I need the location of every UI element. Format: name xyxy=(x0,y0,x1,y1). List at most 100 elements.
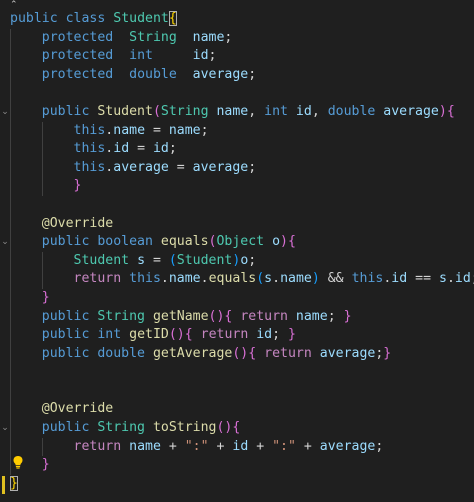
open-brace: { xyxy=(168,11,177,26)
chevron-down-icon[interactable]: ⌄ xyxy=(1,233,9,252)
code-line[interactable] xyxy=(10,381,474,401)
type: int xyxy=(129,48,153,64)
code-line[interactable]: ⌄ public Student(String name, int id, do… xyxy=(1,102,474,122)
close-brace: } xyxy=(10,475,18,491)
code-line[interactable]: protected int id; xyxy=(10,47,474,66)
code-line[interactable]: ⌄ public boolean equals(Object o){ xyxy=(1,233,474,252)
code-line[interactable]: } xyxy=(10,288,474,308)
code-line[interactable]: return this.name.equals(s.name) && this.… xyxy=(10,270,474,289)
indent-guide xyxy=(41,177,43,196)
type: boolean xyxy=(97,234,153,250)
code-line[interactable]: ⌄ public String toString(){ xyxy=(1,419,474,438)
param: id xyxy=(152,141,169,157)
operator: && xyxy=(327,271,344,287)
code-line[interactable]: } xyxy=(10,456,474,475)
keyword: public xyxy=(41,234,90,250)
close-brace: } xyxy=(41,289,50,305)
field-name: average xyxy=(319,438,376,454)
parens: () xyxy=(168,327,185,343)
code-line[interactable]: } xyxy=(10,475,474,494)
open-brace: { xyxy=(232,420,241,436)
keyword: public xyxy=(41,345,90,361)
open-brace: { xyxy=(184,327,193,343)
close-paren: ) xyxy=(438,103,447,119)
keyword: this xyxy=(351,271,384,287)
keyword: public xyxy=(41,327,90,343)
param: average xyxy=(192,159,249,175)
param: o xyxy=(240,252,249,268)
code-line[interactable]: public String getName(){ return name; } xyxy=(10,307,474,327)
parens: () xyxy=(208,308,225,324)
constructor-name: Student xyxy=(97,103,153,119)
field-name: id xyxy=(391,271,408,287)
keyword: public xyxy=(41,103,90,119)
local-var: s xyxy=(438,271,447,287)
field-name: id xyxy=(192,48,209,64)
open-paren: ( xyxy=(168,252,177,268)
indent-guide xyxy=(10,251,11,271)
code-editor[interactable]: ⌃ public class Student{ protected String… xyxy=(0,0,474,502)
param: average xyxy=(383,103,439,119)
keyword: protected xyxy=(41,48,114,64)
indent-guide xyxy=(10,233,11,252)
indent-guide xyxy=(41,158,43,178)
method-name: getID xyxy=(129,327,169,343)
keyword: return xyxy=(240,308,288,324)
code-line[interactable]: return name + ":" + id + ":" + average; xyxy=(10,437,474,457)
indent-guide xyxy=(10,270,11,289)
indent-guide xyxy=(41,437,43,457)
param: o xyxy=(272,234,281,250)
code-line[interactable] xyxy=(10,363,474,382)
code-line[interactable]: public class Student{ xyxy=(10,10,474,29)
code-line[interactable] xyxy=(10,195,474,215)
chevron-down-icon[interactable]: ⌄ xyxy=(1,103,9,122)
close-brace: } xyxy=(41,457,50,473)
indent-guide xyxy=(10,214,11,234)
method-name: equals xyxy=(208,271,257,287)
indent-guide xyxy=(10,177,11,196)
keyword: return xyxy=(73,438,122,454)
type: double xyxy=(129,66,177,82)
keyword: return xyxy=(200,327,249,343)
keyword: this xyxy=(129,271,161,287)
code-line[interactable]: Student s = (Student)o; xyxy=(10,251,474,271)
close-brace: } xyxy=(383,345,392,361)
code-line[interactable]: public int getID(){ return id; } xyxy=(10,326,474,345)
code-line[interactable] xyxy=(10,84,474,103)
indent-guide xyxy=(10,140,11,159)
indent-guide xyxy=(10,84,11,103)
semicolon: ; xyxy=(248,66,257,82)
indent-guide xyxy=(10,326,11,345)
indent-guide xyxy=(10,28,11,48)
code-line[interactable]: protected String name; xyxy=(10,28,474,48)
code-lines[interactable]: public class Student{ protected String n… xyxy=(1,10,474,494)
chevron-down-icon[interactable]: ⌄ xyxy=(1,419,9,438)
param: id xyxy=(295,103,312,119)
type: Object xyxy=(216,234,265,250)
code-line[interactable]: this.id = id; xyxy=(10,140,474,159)
code-line[interactable]: protected double average; xyxy=(10,65,474,85)
indent-guide xyxy=(10,47,11,66)
code-line[interactable]: } xyxy=(10,177,474,196)
open-paren: ( xyxy=(256,271,265,287)
annotation: @Override xyxy=(41,215,114,231)
code-line[interactable]: this.name = name; xyxy=(10,121,474,141)
code-line[interactable]: this.average = average; xyxy=(10,158,474,178)
code-line[interactable]: @Override xyxy=(10,400,474,420)
code-line[interactable]: @Override xyxy=(10,214,474,234)
keyword: return xyxy=(264,345,312,361)
keyword: protected xyxy=(41,66,114,82)
lightbulb-icon[interactable] xyxy=(12,455,24,469)
indent-guide xyxy=(10,121,11,141)
chevron-up-icon[interactable]: ⌃ xyxy=(10,0,18,10)
indent-guide xyxy=(10,158,11,178)
operator: == xyxy=(415,271,432,287)
indent-guide xyxy=(41,121,43,141)
text-cursor xyxy=(2,476,5,494)
type: int xyxy=(97,327,122,343)
field-name: name xyxy=(192,29,225,45)
annotation: @Override xyxy=(41,401,114,417)
method-name: toString xyxy=(152,420,217,436)
open-brace: { xyxy=(446,103,455,119)
code-line[interactable]: public double getAverage(){ return avera… xyxy=(10,344,474,364)
